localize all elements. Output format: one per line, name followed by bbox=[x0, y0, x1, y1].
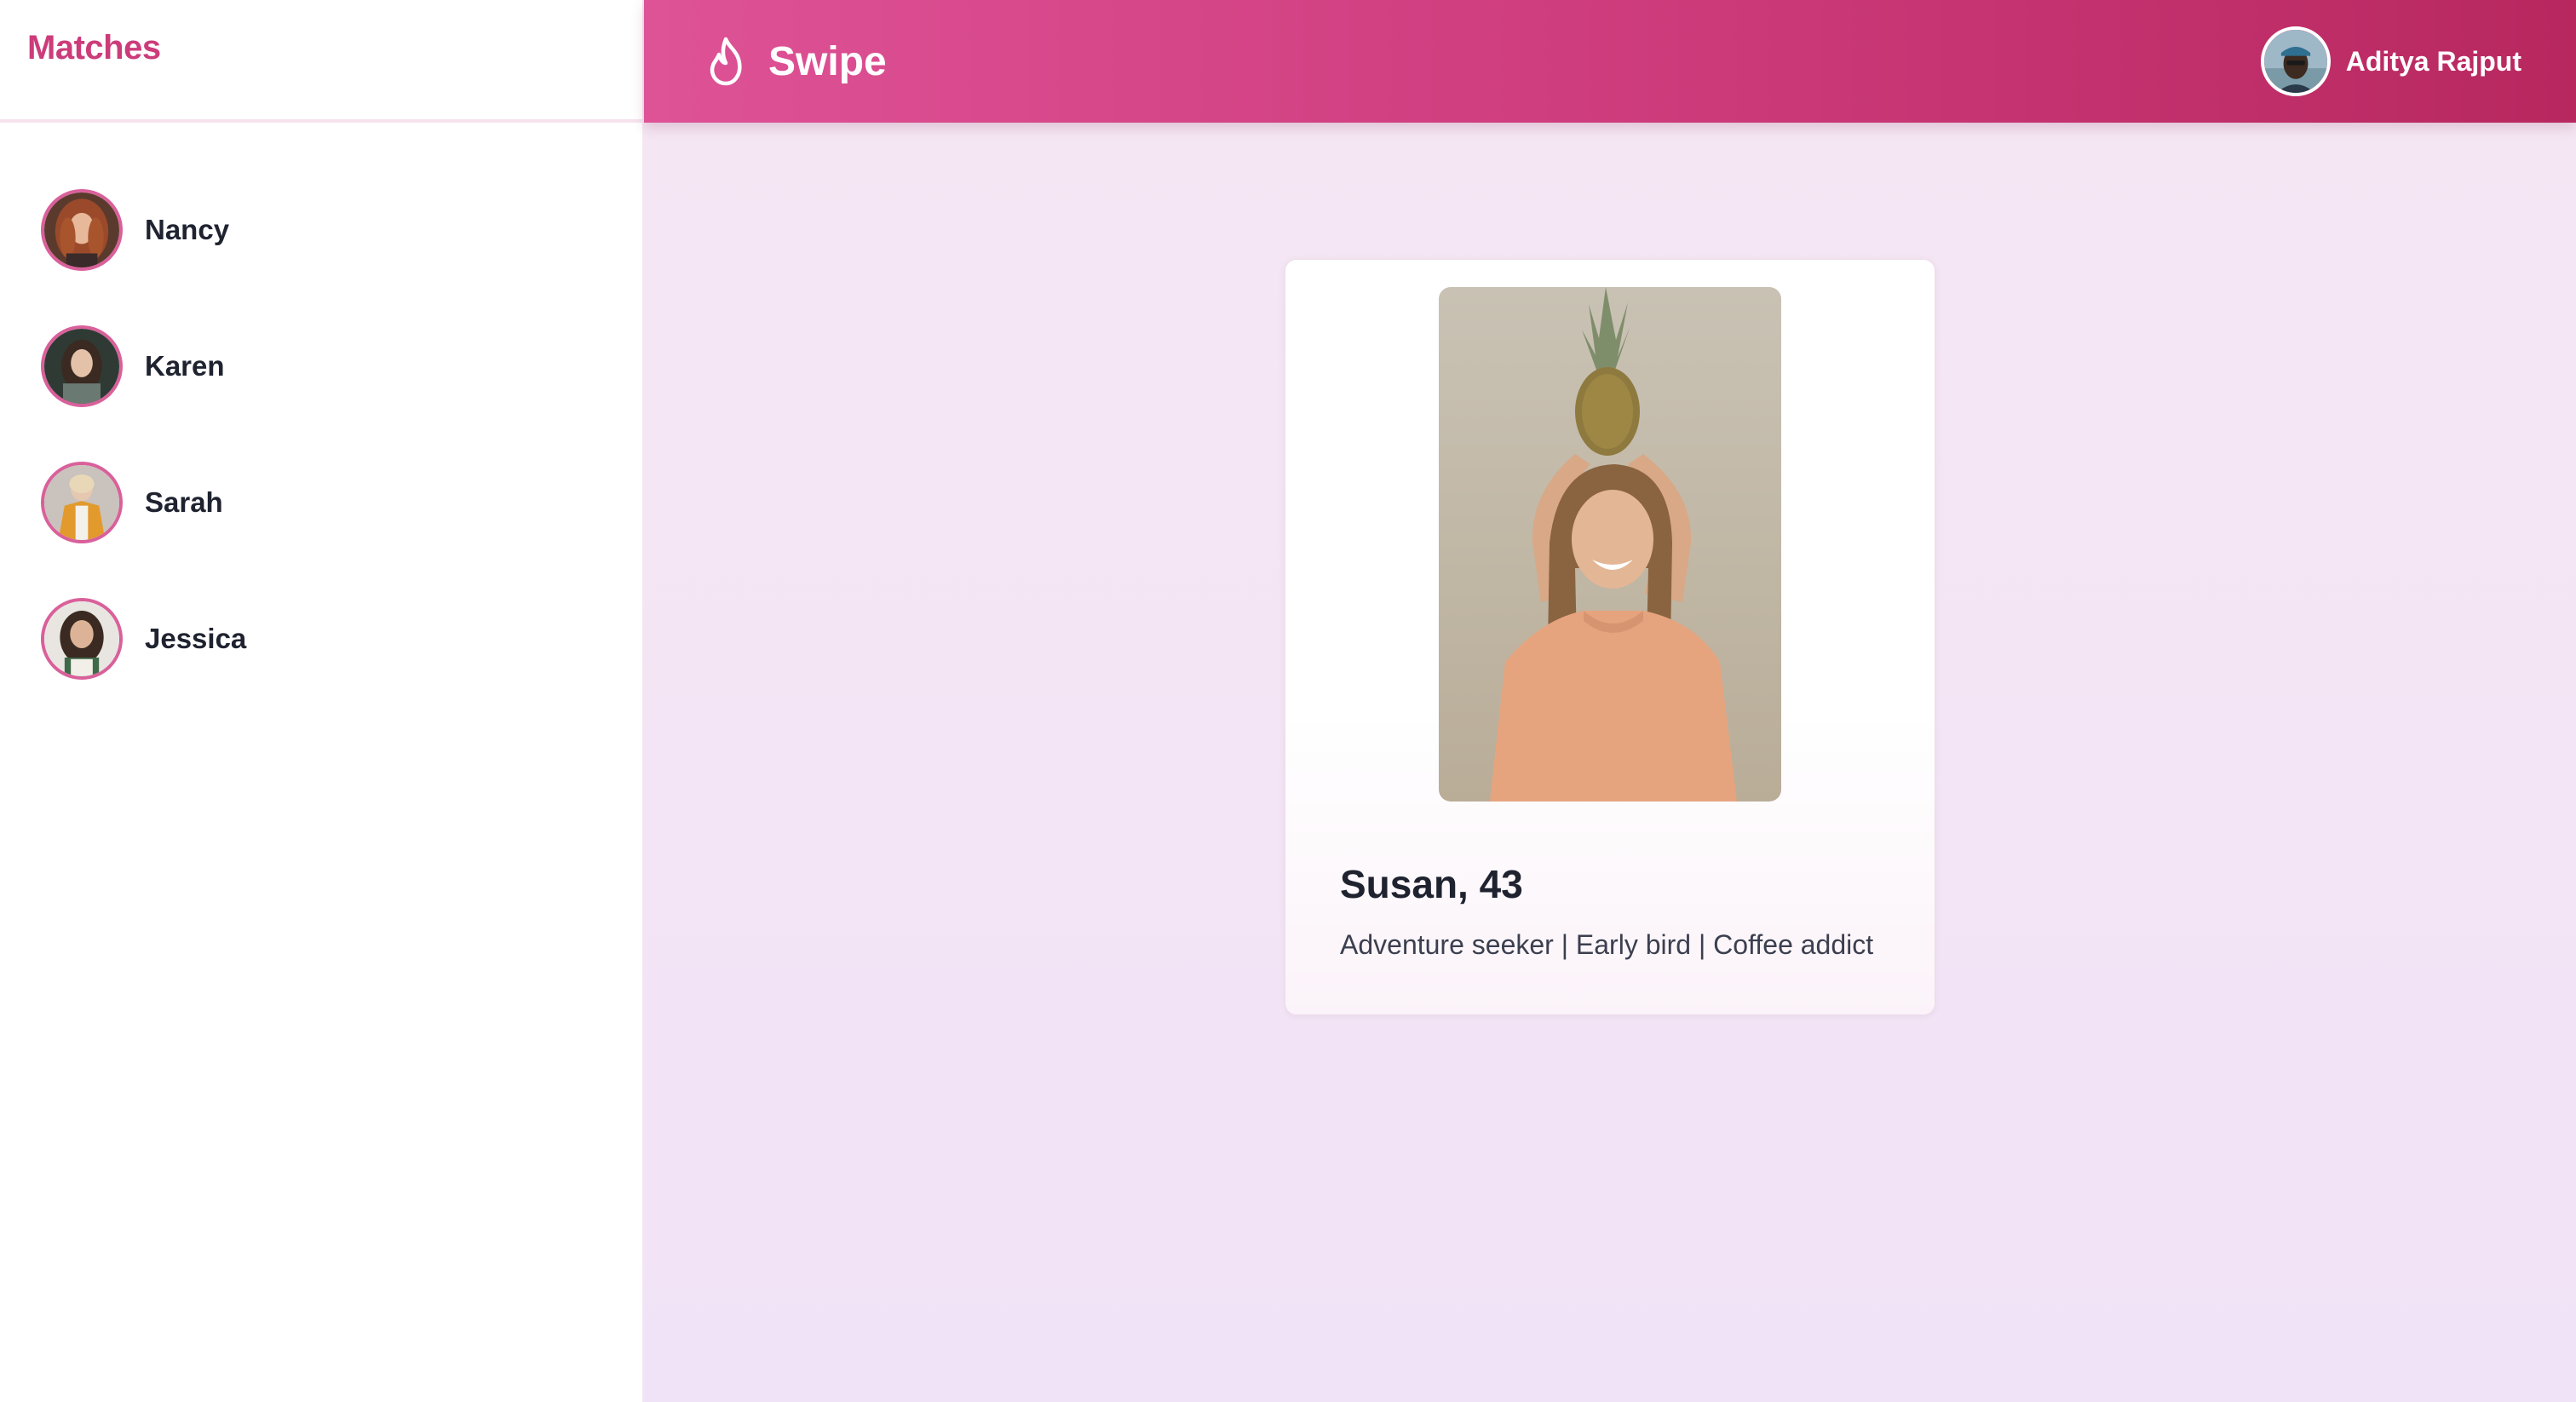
match-item-jessica[interactable]: Jessica bbox=[0, 571, 642, 707]
brand-name: Swipe bbox=[768, 38, 887, 84]
user-menu[interactable]: Aditya Rajput bbox=[2260, 26, 2521, 96]
avatar bbox=[2260, 26, 2331, 96]
match-name: Sarah bbox=[145, 486, 223, 518]
main-area: Swipe Aditya Rajput Susan, 43 Adventure … bbox=[644, 0, 2576, 1402]
user-name: Aditya Rajput bbox=[2345, 45, 2521, 77]
sidebar-header: Matches bbox=[0, 0, 642, 123]
avatar-photo-sarah bbox=[44, 465, 119, 540]
match-list: Nancy Karen Sarah Jessica bbox=[0, 123, 642, 707]
avatar bbox=[41, 462, 123, 543]
top-bar: Swipe Aditya Rajput bbox=[644, 0, 2576, 123]
profile-photo[interactable] bbox=[1439, 287, 1781, 802]
profile-card[interactable]: Susan, 43 Adventure seeker | Early bird … bbox=[1285, 259, 1935, 1015]
match-name: Karen bbox=[145, 350, 225, 382]
match-name: Nancy bbox=[145, 214, 230, 245]
profile-name-age: Susan, 43 bbox=[1340, 862, 1523, 906]
user-avatar-photo bbox=[2263, 30, 2327, 93]
profile-bio: Adventure seeker | Early bird | Coffee a… bbox=[1340, 929, 1874, 960]
flame-icon bbox=[710, 37, 742, 86]
profile-photo-image bbox=[1439, 287, 1781, 802]
avatar-photo-karen bbox=[44, 329, 119, 404]
brand[interactable]: Swipe bbox=[704, 36, 887, 87]
avatar bbox=[41, 598, 123, 680]
matches-sidebar: Matches Nancy Karen Sarah Jessica bbox=[0, 0, 644, 1402]
match-name: Jessica bbox=[145, 623, 247, 654]
match-item-nancy[interactable]: Nancy bbox=[0, 162, 642, 298]
sidebar-title: Matches bbox=[27, 29, 161, 66]
avatar-photo-jessica bbox=[44, 601, 119, 676]
match-item-karen[interactable]: Karen bbox=[0, 298, 642, 434]
avatar bbox=[41, 189, 123, 271]
match-item-sarah[interactable]: Sarah bbox=[0, 434, 642, 571]
avatar bbox=[41, 325, 123, 407]
app-root: Matches Nancy Karen Sarah Jessica Swipe … bbox=[0, 0, 2576, 1402]
avatar-photo-nancy bbox=[44, 192, 119, 267]
